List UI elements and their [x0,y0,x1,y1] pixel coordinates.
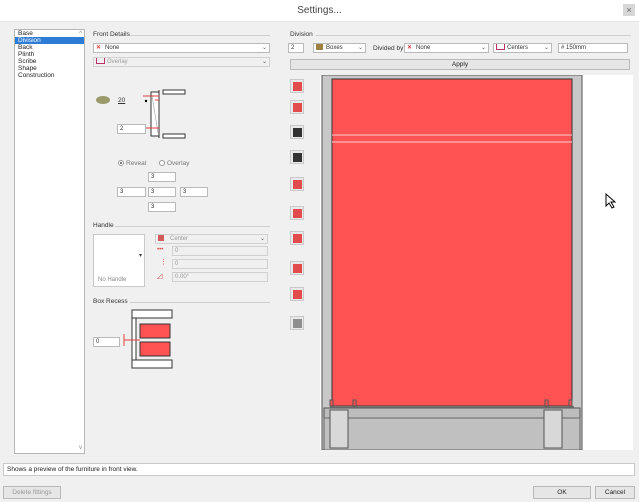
none-x-icon: ✕ [96,45,102,51]
furniture-front-preview[interactable] [320,75,584,450]
radio-dot [159,160,165,167]
preview-margin [584,75,633,450]
handle-preview-label: No Handle [98,277,127,283]
reveal-bottom-input[interactable]: 3 [148,202,176,212]
sidebar-item-division[interactable]: Division [15,37,84,44]
none-x-icon: ✕ [407,45,413,51]
boxes-icon [316,44,323,51]
section-divider [316,35,631,36]
move-down-button[interactable] [290,287,304,301]
section-divider [130,302,270,303]
overlay-icon [96,58,105,65]
misc-tool-icon [293,319,302,328]
front-details-title: Front Details [93,31,130,38]
properties-icon [293,209,302,218]
horizontal-offset-icon: ••• [157,247,164,253]
handle-offset-vertical-input: 0 [172,259,268,269]
section-divider [115,226,270,227]
reveal-left-input[interactable]: 3 [117,187,146,197]
radio-overlay[interactable]: Overlay [159,160,189,167]
delete-fittings-button[interactable]: Delete fittings [3,486,61,499]
handle-angle-input: 0.00° [172,272,268,282]
cancel-button[interactable]: Cancel [595,486,635,499]
division-size-input[interactable]: # 150mm [558,43,628,53]
box-recess-title: Box Recess [93,298,128,305]
settings-category-list[interactable]: Base Division Back Plinth Scribe Shape C… [14,29,85,454]
chevron-down-icon: ⌄ [357,45,363,51]
handle-position-select: Center ⌄ [155,234,268,244]
copy-icon [293,103,302,112]
chevron-down-icon: ⌄ [259,236,265,242]
angle-icon: ◿ [157,273,163,280]
paste-division-button[interactable] [290,125,304,139]
thickness-value[interactable]: 20 [118,97,125,104]
dropdown-arrow-icon: ▾ [138,253,142,259]
remove-x-icon [293,234,302,243]
front-type-select[interactable]: ✕ None ⌄ [93,43,270,53]
scroll-up-icon[interactable]: ^ [79,31,82,37]
front-section-diagram [96,89,186,139]
paste-special-icon [293,153,302,162]
divided-by-label: Divided by [373,45,404,52]
equal-spacing-button[interactable] [290,177,304,191]
thickness-icon [96,96,110,104]
copy-division-button[interactable] [290,100,304,114]
box-recess-diagram [123,309,173,369]
reveal-center-input[interactable]: 3 [148,187,176,197]
chevron-down-icon: ⌄ [480,45,486,51]
chevron-down-icon: ⌄ [261,45,267,51]
division-mode-select[interactable]: Centers ⌄ [493,43,552,53]
section-divider [130,35,270,36]
sidebar-item-shape[interactable]: Shape [15,65,84,72]
division-title: Division [290,31,313,38]
sidebar-item-back[interactable]: Back [15,44,84,51]
divided-by-select[interactable]: ✕ None ⌄ [404,43,489,53]
handle-title: Handle [93,222,114,229]
sidebar-item-base[interactable]: Base [15,30,84,37]
title-bar: Settings... × [0,0,639,22]
move-down-icon [293,290,302,299]
handle-preview[interactable]: No Handle ▾ [93,234,145,287]
close-button[interactable]: × [623,4,635,16]
paste-special-button[interactable] [290,150,304,164]
status-bar: Shows a preview of the furniture in fron… [3,463,635,476]
division-properties-button[interactable] [290,206,304,220]
chevron-down-icon: ⌄ [543,45,549,51]
move-up-button[interactable] [290,261,304,275]
front-style-select: Overlay ⌄ [93,57,270,67]
handle-offset-horizontal-input: 0 [172,246,268,256]
reveal-right-input[interactable]: 3 [180,187,208,197]
disabled-tool-button[interactable] [290,316,304,330]
mouse-cursor-icon [605,193,617,209]
vertical-offset-icon: ⋮ [160,259,167,266]
sidebar-item-construction[interactable]: Construction [15,72,84,79]
reveal-top-input[interactable]: 3 [148,172,176,182]
center-position-icon [158,235,164,242]
add-division-button[interactable] [290,79,304,93]
sidebar-item-scribe[interactable]: Scribe [15,58,84,65]
sidebar-item-plinth[interactable]: Plinth [15,51,84,58]
equal-spacing-icon [293,180,302,189]
box-recess-input[interactable]: 0 [93,337,120,347]
division-count-input[interactable]: 2 [288,43,304,53]
add-division-icon [293,82,302,91]
scroll-down-icon[interactable]: v [79,445,82,451]
division-type-select[interactable]: Boxes ⌄ [313,43,366,53]
centers-icon [496,44,505,51]
move-up-icon [293,264,302,273]
ok-button[interactable]: OK [533,486,591,499]
radio-reveal[interactable]: Reveal [118,160,146,167]
apply-button[interactable]: Apply [290,59,630,70]
chevron-down-icon: ⌄ [261,59,267,65]
window-title: Settings... [297,5,342,16]
paste-icon [293,128,302,137]
radio-dot [118,160,124,167]
gap-input[interactable]: 2 [117,124,146,134]
remove-division-button[interactable] [290,231,304,245]
